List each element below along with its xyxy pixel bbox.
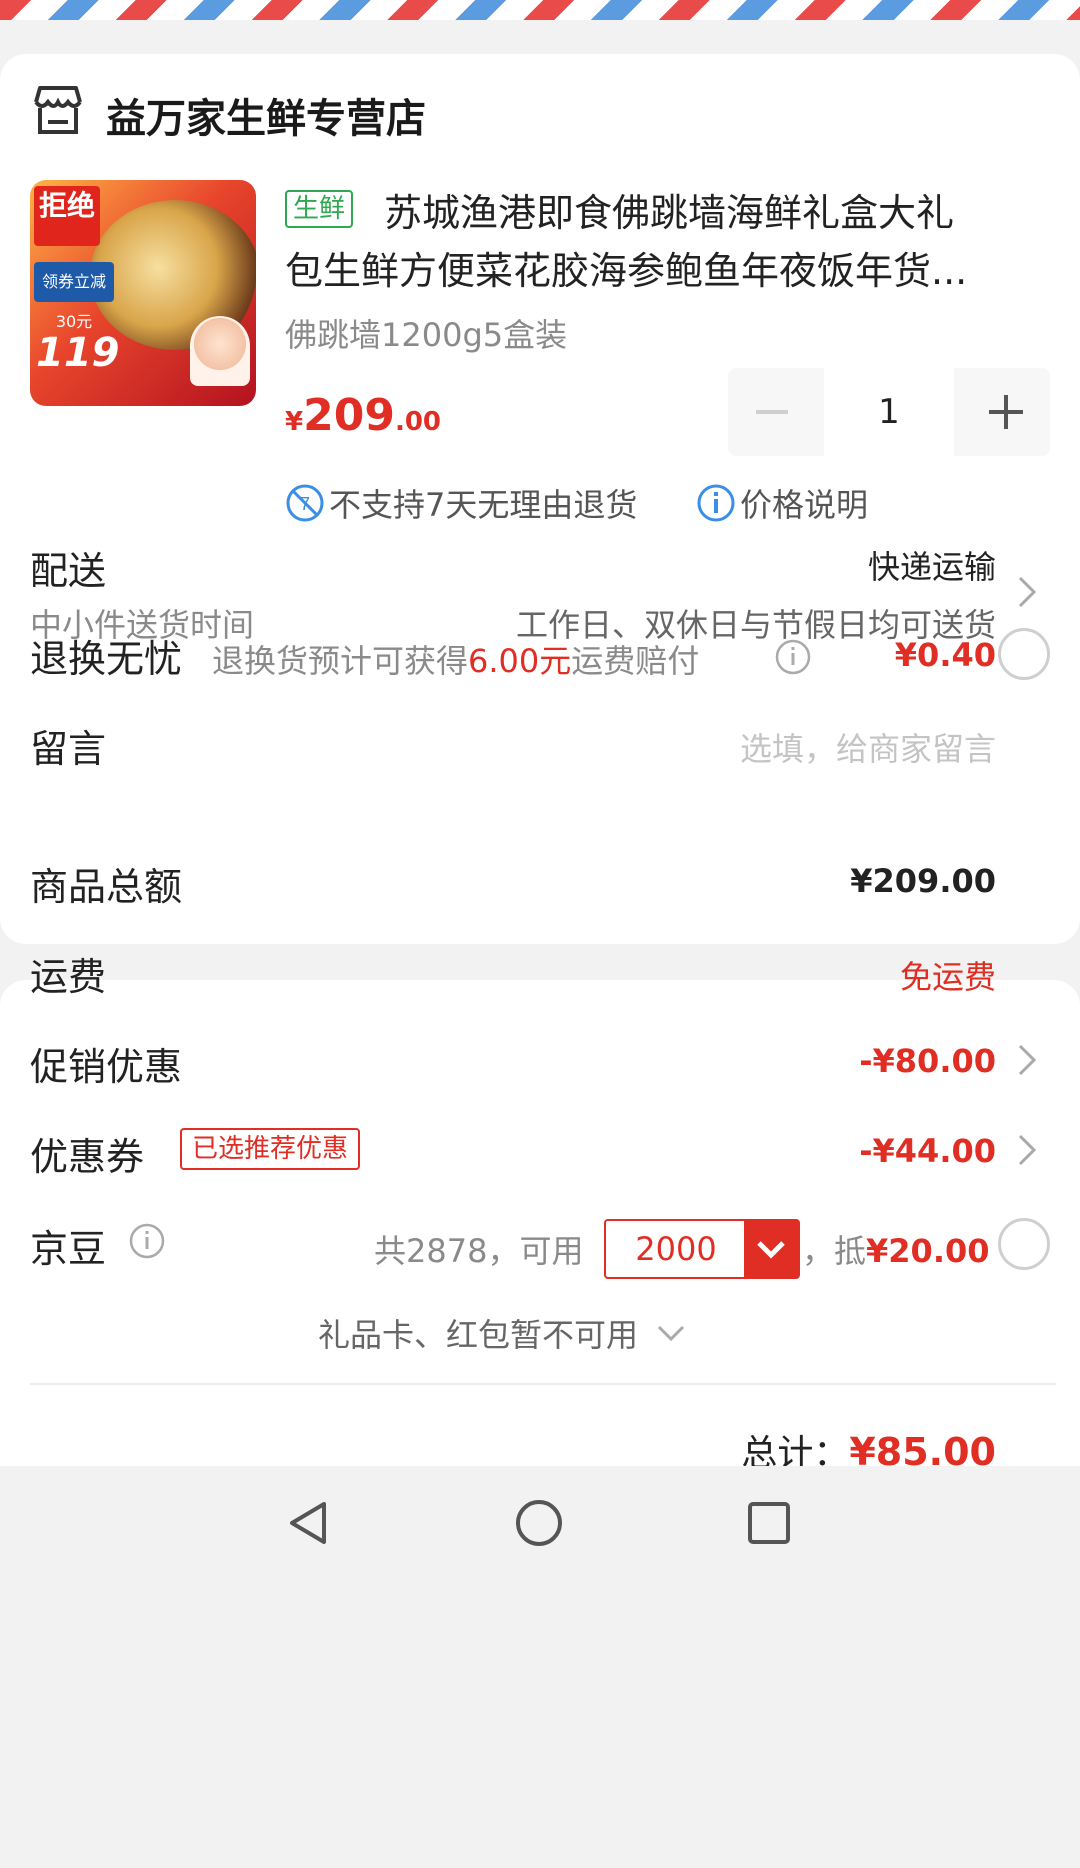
- return-insurance-checkbox[interactable]: [998, 628, 1050, 680]
- return-insurance-label: 退换无忧: [30, 637, 183, 681]
- coupon-tag: 已选推荐优惠: [180, 1128, 361, 1170]
- airmail-border: [0, 0, 1080, 20]
- shipping-value: 免运费: [899, 958, 996, 996]
- image-badge: 拒绝: [34, 186, 100, 246]
- image-coupon: 领券立减30元: [34, 262, 114, 331]
- price-symbol: ¥: [285, 407, 304, 437]
- quantity-value[interactable]: 1: [824, 368, 954, 456]
- increase-button[interactable]: [962, 368, 1050, 456]
- no-return-policy[interactable]: 7 不支持7天无理由退货: [285, 480, 637, 526]
- promo-label: 促销优惠: [30, 1045, 183, 1089]
- giftcard-toggle[interactable]: 礼品卡、红包暂不可用: [318, 1310, 688, 1356]
- jingdou-deduct: ，抵¥20.00: [802, 1226, 990, 1272]
- info-icon[interactable]: [128, 1222, 166, 1260]
- promo-value[interactable]: -¥80.00: [859, 1042, 996, 1080]
- image-price: 119: [36, 330, 120, 376]
- recent-square-icon[interactable]: [746, 1500, 792, 1546]
- return-insurance-price: ¥0.40: [894, 636, 996, 674]
- system-nav-bar: [0, 1466, 1080, 1868]
- back-triangle-icon[interactable]: [286, 1500, 330, 1546]
- no-return-text: 不支持7天无理由退货: [329, 486, 638, 524]
- chevron-right-icon[interactable]: [1016, 1042, 1038, 1078]
- product-variant: 佛跳墙1200g5盒装: [285, 316, 568, 354]
- jingdou-deduct-amount: ¥20.00: [866, 1232, 990, 1270]
- delivery-method[interactable]: 快递运输: [868, 542, 996, 588]
- return-insurance-desc: 退换货预计可获得6.00元运费赔付: [212, 636, 699, 682]
- shipping-label: 运费: [30, 955, 107, 999]
- jingdou-checkbox[interactable]: [998, 1218, 1050, 1270]
- shop-name[interactable]: 益万家生鲜专营店: [106, 86, 426, 144]
- store-icon: [34, 86, 82, 134]
- image-model: [190, 316, 250, 386]
- info-icon: [697, 484, 735, 522]
- dropdown-button[interactable]: [744, 1221, 798, 1277]
- divider: [30, 1383, 1056, 1385]
- chevron-down-icon: [657, 1325, 685, 1342]
- return-insurance-suffix: 运费赔付: [571, 642, 700, 680]
- delivery-label: 配送: [30, 549, 107, 593]
- goods-total-label: 商品总额: [30, 865, 183, 909]
- product-image[interactable]: 拒绝 领券立减30元 119: [30, 180, 256, 406]
- chevron-down-icon: [757, 1241, 785, 1259]
- quantity-stepper: 1: [728, 368, 1050, 456]
- coupon-label: 优惠券: [30, 1135, 145, 1179]
- chevron-right-icon[interactable]: [1016, 1132, 1038, 1168]
- goods-total-value: ¥209.00: [850, 862, 996, 900]
- price-decimal: .00: [394, 407, 442, 437]
- chevron-right-icon[interactable]: [1016, 574, 1038, 610]
- giftcard-text: 礼品卡、红包暂不可用: [318, 1316, 639, 1354]
- jingdou-label: 京豆: [30, 1227, 107, 1271]
- jingdou-amount-select[interactable]: 2000: [604, 1219, 800, 1279]
- price-info-link[interactable]: 价格说明: [696, 480, 868, 526]
- message-label: 留言: [30, 727, 107, 771]
- price-info-text: 价格说明: [740, 486, 869, 524]
- home-circle-icon[interactable]: [514, 1498, 564, 1548]
- info-icon[interactable]: [774, 638, 812, 676]
- product-title-line1[interactable]: 苏城渔港即食佛跳墙海鲜礼盒大礼: [384, 182, 954, 237]
- jingdou-deduct-prefix: ，抵: [802, 1232, 867, 1270]
- price-integer: 209: [303, 390, 395, 441]
- coupon-value[interactable]: -¥44.00: [859, 1132, 996, 1170]
- decrease-button[interactable]: [728, 368, 816, 456]
- jingdou-total: 共2878，可用: [374, 1232, 584, 1270]
- message-input[interactable]: 选填，给商家留言: [740, 724, 996, 770]
- fresh-tag: 生鲜: [285, 190, 354, 228]
- product-title-line2[interactable]: 包生鲜方便菜花胶海参鲍鱼年夜饭年货...: [285, 240, 967, 295]
- jingdou-amount-value[interactable]: 2000: [606, 1221, 746, 1277]
- return-insurance-amount: 6.00元: [468, 642, 572, 680]
- shop-card: 益万家生鲜专营店 拒绝 领券立减30元 119 生鲜 苏城渔港即食佛跳墙海鲜礼盒…: [0, 54, 1080, 944]
- product-price: ¥209.00: [285, 390, 441, 441]
- return-insurance-prefix: 退换货预计可获得: [212, 642, 469, 680]
- no-return-icon: 7: [286, 484, 324, 522]
